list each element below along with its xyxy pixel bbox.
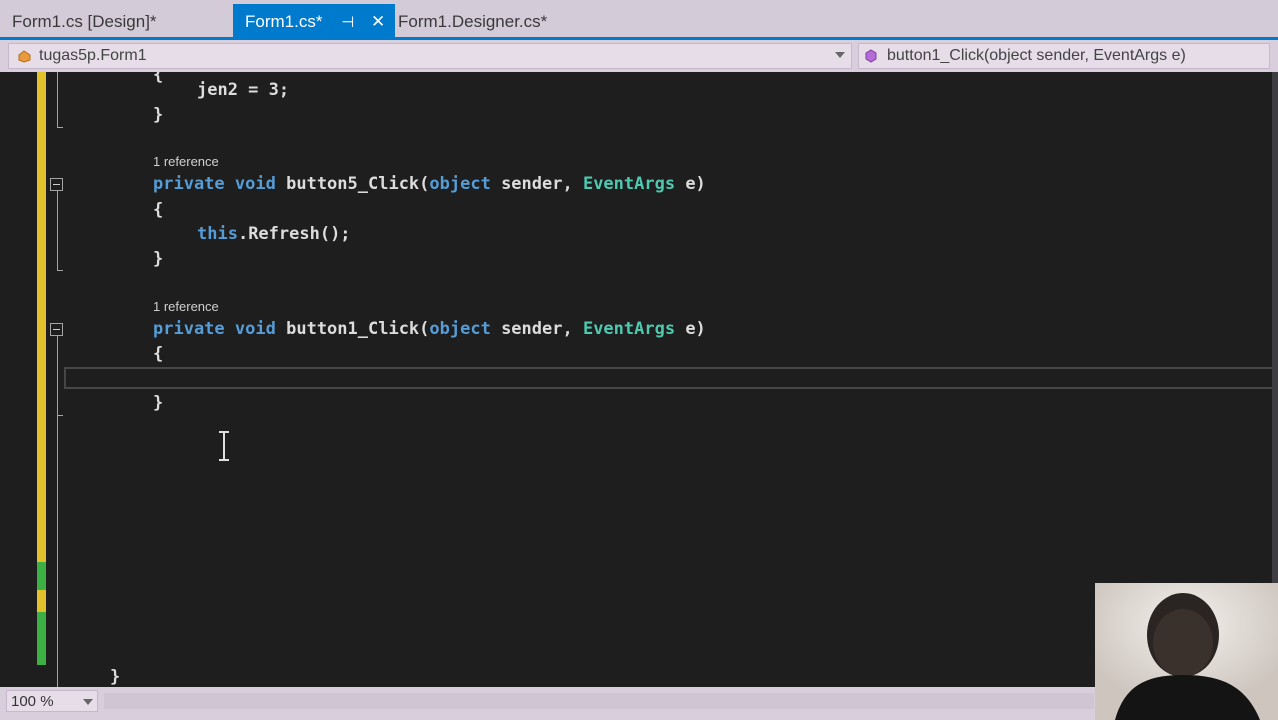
zoom-level: 100 % (11, 693, 54, 710)
class-dropdown-label: tugas5p.Form1 (39, 47, 147, 64)
keyword: object (429, 174, 491, 194)
text-cursor-icon (219, 431, 229, 461)
navigation-bar: tugas5p.Form1 button1_Click(object sende… (0, 40, 1278, 72)
close-icon[interactable]: ✕ (371, 12, 385, 32)
member-dropdown[interactable]: button1_Click(object sender, EventArgs e… (858, 43, 1270, 69)
class-dropdown[interactable]: tugas5p.Form1 (8, 43, 852, 69)
method-signature-button5: private void button5_Click(object sender… (153, 173, 706, 195)
type-name: EventArgs (582, 174, 676, 194)
pin-icon[interactable]: ⊣ (341, 13, 354, 31)
webcam-overlay (1095, 583, 1278, 720)
keyword: private (153, 319, 225, 339)
parameter-text: e) (675, 174, 706, 194)
code-editor[interactable]: { jen2 = 3; } 1 reference private void b… (0, 72, 1272, 687)
code-line: } (153, 249, 164, 269)
outline-guide (57, 335, 58, 416)
method-signature-button1: private void button1_Click(object sender… (153, 318, 706, 340)
tab-form1-design[interactable]: Form1.cs [Design]* (0, 4, 167, 37)
keyword: object (429, 319, 491, 339)
parameter-text: e) (675, 319, 706, 339)
chevron-down-icon (83, 699, 93, 705)
tab-label: Form1.cs* (245, 12, 323, 31)
change-marker-unsaved (37, 590, 46, 612)
outline-guide (57, 190, 58, 271)
type-name: EventArgs (582, 319, 676, 339)
editor-gutter (0, 72, 37, 687)
document-tab-strip: Form1.cs [Design]* Form1.cs* ⊣ ✕ Form1.D… (0, 0, 1278, 37)
keyword: this (197, 224, 238, 244)
class-icon (18, 50, 31, 63)
outline-end-tick (57, 127, 63, 128)
change-marker-saved (37, 562, 46, 590)
method-name: button5_Click( (286, 174, 430, 194)
code-line: } (153, 105, 164, 125)
current-line-highlight (64, 367, 1272, 389)
code-line: this.Refresh(); (197, 223, 351, 245)
collapse-method-icon[interactable] (50, 178, 63, 191)
chevron-down-icon (835, 52, 845, 58)
method-name: button1_Click( (286, 319, 430, 339)
codelens-reference-count[interactable]: 1 reference (153, 299, 219, 314)
member-dropdown-label: button1_Click(object sender, EventArgs e… (887, 47, 1186, 64)
code-line: } (110, 667, 121, 687)
change-marker-saved (37, 612, 46, 665)
code-line: { (153, 200, 164, 220)
code-line: } (153, 393, 164, 413)
editor-bottom-bar: 100 % (0, 687, 1278, 720)
method-icon (865, 49, 877, 63)
change-marker-unsaved (37, 72, 46, 562)
tab-form1-cs[interactable]: Form1.cs* ⊣ ✕ (233, 4, 396, 37)
code-line: { (153, 72, 164, 85)
keyword: void (234, 174, 276, 194)
code-line: jen2 = 3; (197, 80, 290, 100)
code-line: { (153, 344, 164, 364)
outline-end-tick (57, 270, 63, 271)
parameter-text: sender, (490, 174, 583, 194)
outline-guide (57, 72, 58, 128)
tab-form1-designer[interactable]: Form1.Designer.cs* (386, 4, 557, 37)
zoom-dropdown[interactable]: 100 % (6, 690, 98, 712)
keyword: private (153, 174, 225, 194)
collapse-method-icon[interactable] (50, 323, 63, 336)
parameter-text: sender, (490, 319, 583, 339)
tab-label: Form1.cs [Design]* (12, 12, 157, 31)
keyword: void (234, 319, 276, 339)
codelens-reference-count[interactable]: 1 reference (153, 154, 219, 169)
tab-label: Form1.Designer.cs* (398, 12, 548, 31)
horizontal-scrollbar[interactable] (104, 693, 1094, 709)
code-text: .Refresh(); (237, 224, 351, 244)
presenter-video-image (1095, 583, 1278, 720)
outline-guide (57, 416, 58, 687)
